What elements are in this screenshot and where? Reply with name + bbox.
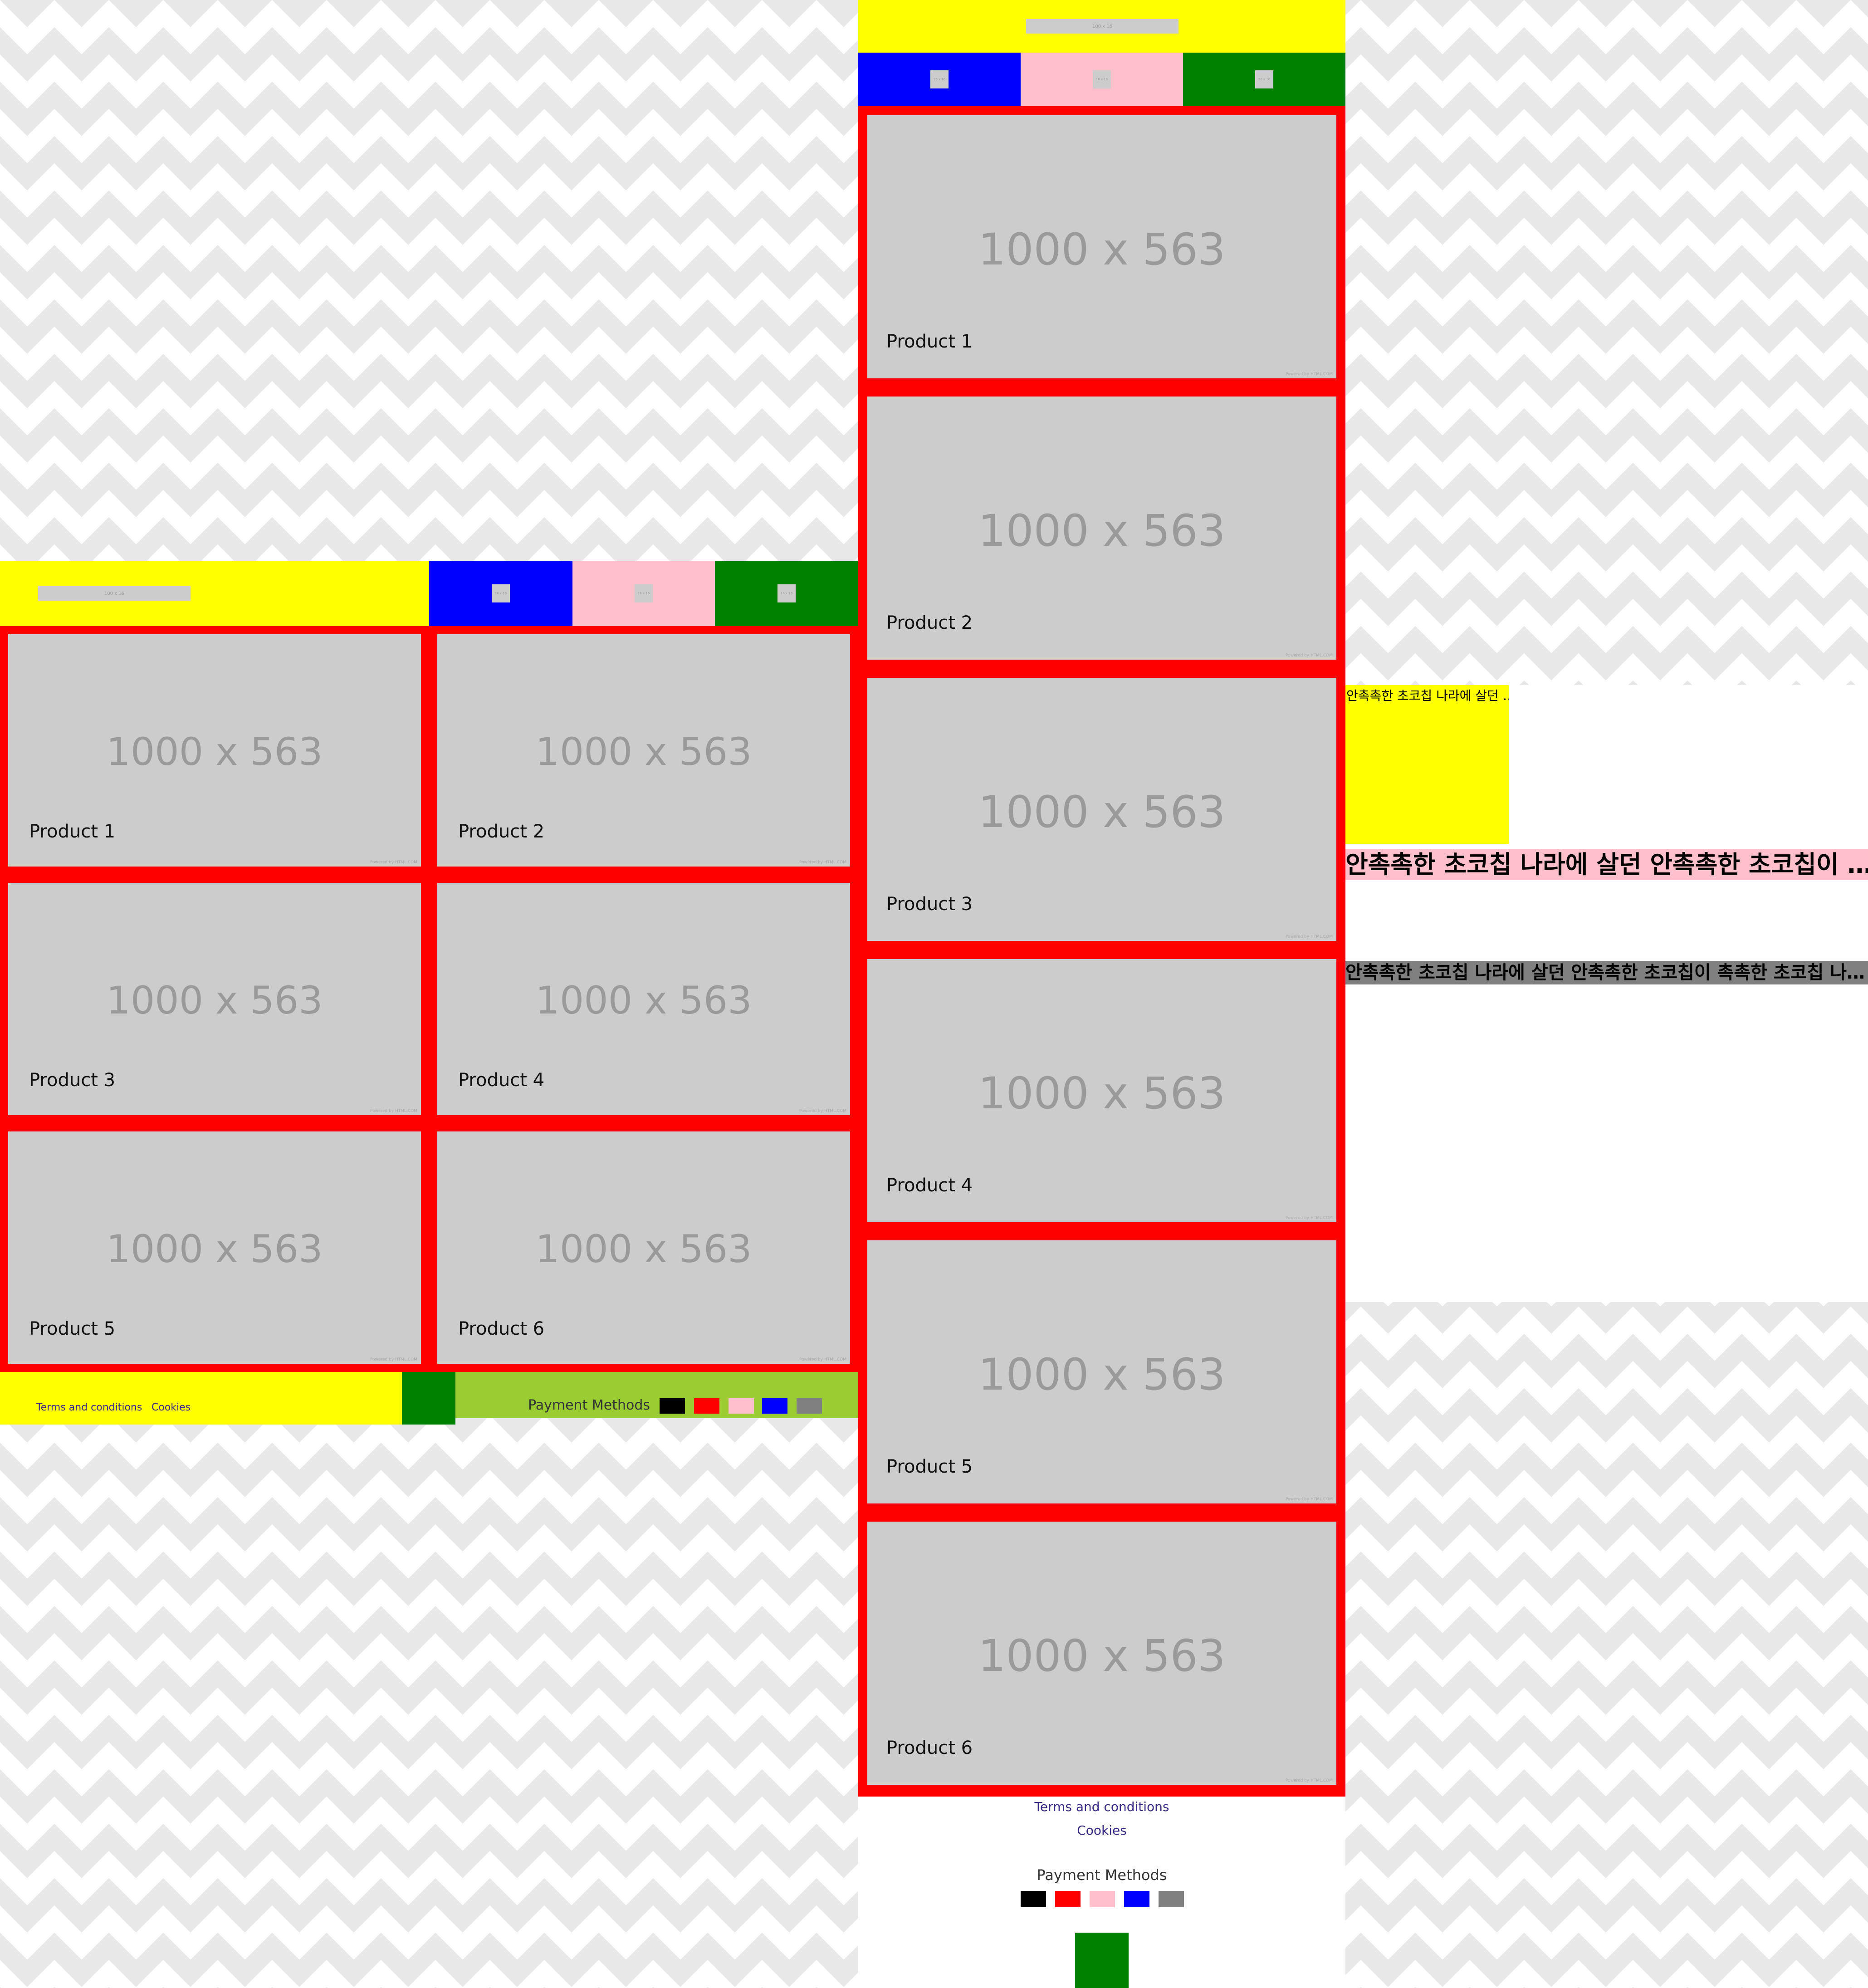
product-label: Product 4: [886, 1175, 973, 1196]
powered-by: Powered by HTML.COM: [370, 1109, 417, 1113]
korean-text-large: 안촉촉한 초코칩 나라에 살던 안촉촉한 초코칩이 …: [1345, 849, 1868, 880]
product-label: Product 1: [29, 821, 116, 842]
image-size-label: 1000 x 563: [978, 1349, 1226, 1400]
image-size-label: 1000 x 563: [535, 978, 752, 1023]
center-nav-blue[interactable]: 16 x 16: [858, 53, 1021, 106]
powered-by: Powered by HTML.COM: [1285, 1216, 1333, 1220]
product-label: Product 5: [29, 1318, 116, 1339]
korean-text-medium: 안촉촉한 초코칩 나라에 살던 안촉촉한 초코칩이 촉촉한 초코칩 나…: [1345, 961, 1868, 984]
center-footer-green-block: [1075, 1933, 1129, 1988]
payment-swatch-black: [1021, 1891, 1046, 1907]
image-size-label: 1000 x 563: [978, 1068, 1226, 1119]
powered-by: Powered by HTML.COM: [799, 1109, 846, 1113]
image-size-label: 1000 x 563: [106, 978, 323, 1023]
payment-swatch-gray: [797, 1398, 822, 1414]
left-footer-payment: Payment Methods: [455, 1372, 858, 1418]
powered-by: Powered by HTML.COM: [370, 860, 417, 865]
powered-by: Powered by HTML.COM: [1285, 372, 1333, 377]
payment-swatch-pink: [1090, 1891, 1115, 1907]
image-size-label: 1000 x 563: [978, 1631, 1226, 1681]
center-header: 100 x 16: [858, 0, 1345, 53]
nav-icon: 16 x 16: [492, 584, 510, 602]
center-nav-pink[interactable]: 16 x 16: [1021, 53, 1183, 106]
payment-swatch-red: [1055, 1891, 1081, 1907]
product-card[interactable]: 1000 x 563 Product 1 Powered by HTML.COM: [867, 115, 1336, 378]
product-card[interactable]: 1000 x 563 Product 4 Powered by HTML.COM: [437, 883, 850, 1115]
powered-by: Powered by HTML.COM: [1285, 935, 1333, 939]
nav-icon: 16 x 16: [778, 584, 796, 602]
payment-swatch-black: [660, 1398, 685, 1414]
product-label: Product 2: [886, 612, 973, 633]
product-label: Product 6: [886, 1738, 973, 1758]
powered-by: Powered by HTML.COM: [1285, 1778, 1333, 1783]
image-size-label: 1000 x 563: [106, 730, 323, 774]
payment-swatch-gray: [1159, 1891, 1184, 1907]
powered-by: Powered by HTML.COM: [799, 1357, 846, 1362]
nav-icon: 16 x 16: [1093, 70, 1111, 88]
payment-methods-label: Payment Methods: [528, 1397, 650, 1413]
nav-icon: 16 x 16: [930, 70, 949, 88]
left-footer-green-block: [402, 1372, 455, 1425]
product-label: Product 6: [458, 1318, 545, 1339]
product-label: Product 3: [886, 894, 973, 915]
powered-by: Powered by HTML.COM: [370, 1357, 417, 1362]
left-nav-pink[interactable]: 16 x 16: [572, 561, 715, 626]
product-card[interactable]: 1000 x 563 Product 3 Powered by HTML.COM: [867, 678, 1336, 941]
product-card[interactable]: 1000 x 563 Product 1 Powered by HTML.COM: [8, 634, 421, 867]
korean-text-small: 안촉촉한 초코칩 나라에 살던 …: [1345, 685, 1509, 844]
product-label: Product 5: [886, 1456, 973, 1477]
product-card[interactable]: 1000 x 563 Product 2 Powered by HTML.COM: [437, 634, 850, 867]
center-logo-placeholder[interactable]: 100 x 16: [1026, 19, 1179, 34]
product-card[interactable]: 1000 x 563 Product 2 Powered by HTML.COM: [867, 397, 1336, 660]
center-nav-green[interactable]: 16 x 16: [1183, 53, 1345, 106]
powered-by: Powered by HTML.COM: [799, 860, 846, 865]
image-size-label: 1000 x 563: [106, 1227, 323, 1271]
product-card[interactable]: 1000 x 563 Product 6 Powered by HTML.COM: [867, 1522, 1336, 1785]
product-label: Product 1: [886, 331, 973, 352]
payment-swatch-red: [694, 1398, 719, 1414]
product-card[interactable]: 1000 x 563 Product 5 Powered by HTML.COM: [867, 1240, 1336, 1503]
product-label: Product 3: [29, 1070, 116, 1091]
product-card[interactable]: 1000 x 563 Product 6 Powered by HTML.COM: [437, 1131, 850, 1364]
left-logo-placeholder[interactable]: 100 x 16: [38, 586, 191, 601]
payment-swatch-blue: [1124, 1891, 1149, 1907]
left-nav-blue[interactable]: 16 x 16: [429, 561, 572, 626]
terms-link[interactable]: Terms and conditions: [36, 1402, 142, 1413]
cookies-link[interactable]: Cookies: [858, 1823, 1345, 1838]
image-size-label: 1000 x 563: [535, 1227, 752, 1271]
payment-swatch-blue: [762, 1398, 787, 1414]
cookies-link[interactable]: Cookies: [152, 1402, 191, 1413]
product-label: Product 4: [458, 1070, 545, 1091]
image-size-label: 1000 x 563: [978, 224, 1226, 275]
image-size-label: 1000 x 563: [978, 505, 1226, 556]
powered-by: Powered by HTML.COM: [1285, 1497, 1333, 1502]
image-size-label: 1000 x 563: [978, 787, 1226, 837]
product-card[interactable]: 1000 x 563 Product 3 Powered by HTML.COM: [8, 883, 421, 1115]
terms-link[interactable]: Terms and conditions: [858, 1799, 1345, 1814]
payment-swatch-pink: [729, 1398, 754, 1414]
nav-icon: 16 x 16: [1255, 70, 1273, 88]
center-footer: Terms and conditions Cookies Payment Met…: [858, 1797, 1345, 1988]
image-size-label: 1000 x 563: [535, 730, 752, 774]
nav-icon: 16 x 16: [635, 584, 653, 602]
left-nav-green[interactable]: 16 x 16: [715, 561, 858, 626]
product-card[interactable]: 1000 x 563 Product 5 Powered by HTML.COM: [8, 1131, 421, 1364]
product-card[interactable]: 1000 x 563 Product 4 Powered by HTML.COM: [867, 959, 1336, 1222]
product-label: Product 2: [458, 821, 545, 842]
left-footer-links: Terms and conditions Cookies: [0, 1372, 402, 1425]
powered-by: Powered by HTML.COM: [1285, 653, 1333, 658]
payment-methods-label: Payment Methods: [1037, 1866, 1167, 1884]
left-header: 100 x 16: [0, 561, 429, 626]
